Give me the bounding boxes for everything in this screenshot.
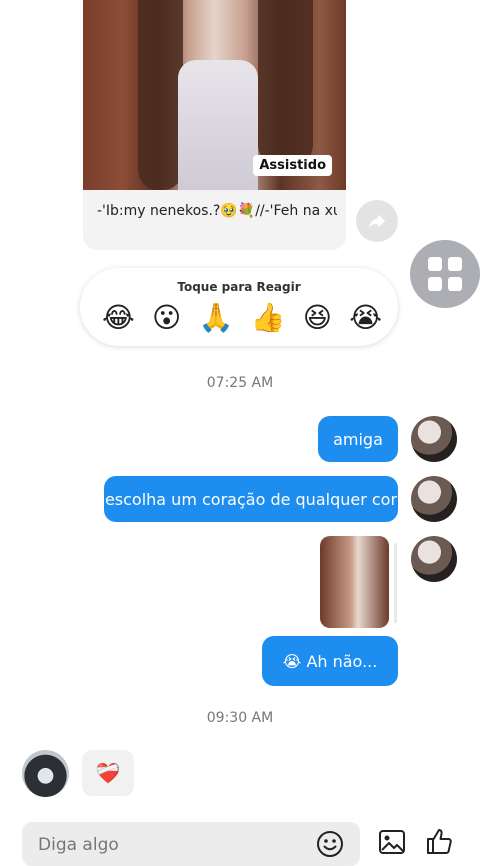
reaction-crying[interactable]: 😭: [349, 301, 382, 334]
avatar[interactable]: [411, 476, 457, 522]
message-input[interactable]: [36, 830, 300, 860]
grid-icon: [426, 255, 464, 293]
message-text: escolha um coração de qualquer cor: [104, 489, 398, 509]
share-button[interactable]: [356, 200, 398, 242]
shared-post-card[interactable]: Assistido -'Ib:my nenekos.?🥹💐//-'Feh na …: [83, 0, 346, 250]
avatar[interactable]: [411, 416, 457, 462]
post-image-detail: [138, 0, 183, 190]
mending-heart-emoji: ❤️‍🩹: [95, 761, 121, 785]
post-image-detail: [178, 60, 258, 190]
reaction-pray[interactable]: 🙏: [198, 301, 233, 334]
timestamp: 07:25 AM: [206, 375, 274, 391]
reaction-picker: Toque para Reagir 😂 😮 🙏 👍 😆 😭: [80, 268, 398, 346]
post-image-detail: [258, 0, 313, 170]
message-text: 😭 Ah não...: [282, 651, 378, 671]
reaction-laugh-cry[interactable]: 😂: [102, 301, 135, 334]
watched-badge: Assistido: [253, 155, 332, 176]
sent-message-bubble[interactable]: amiga: [318, 416, 398, 462]
avatar[interactable]: [411, 536, 457, 582]
reaction-surprised[interactable]: 😮: [152, 301, 181, 334]
message-composer: [22, 822, 360, 866]
contact-avatar[interactable]: [22, 750, 69, 797]
timestamp: 09:30 AM: [206, 710, 274, 726]
thumbs-up-icon[interactable]: [424, 826, 454, 856]
reaction-laughing[interactable]: 😆: [303, 301, 332, 334]
image-icon[interactable]: [378, 828, 406, 856]
floating-menu-button[interactable]: [410, 240, 480, 308]
sent-message-bubble[interactable]: escolha um coração de qualquer cor: [104, 476, 398, 522]
reaction-thumbs-up[interactable]: 👍: [251, 301, 286, 334]
sent-photo-message[interactable]: [320, 536, 389, 628]
photo-divider: [394, 543, 397, 623]
sent-message-bubble[interactable]: 😭 Ah não...: [262, 636, 398, 686]
reaction-emoji-row: 😂 😮 🙏 👍 😆 😭: [102, 301, 382, 334]
message-text: amiga: [333, 429, 383, 449]
post-media-thumbnail[interactable]: Assistido: [83, 0, 346, 190]
post-caption: -'Ib:my nenekos.?🥹💐//-'Feh na xua fyy.!?…: [97, 203, 337, 219]
received-message-bubble[interactable]: ❤️‍🩹: [82, 750, 134, 796]
share-arrow-icon: [368, 214, 386, 229]
reaction-title: Toque para Reagir: [177, 280, 301, 294]
